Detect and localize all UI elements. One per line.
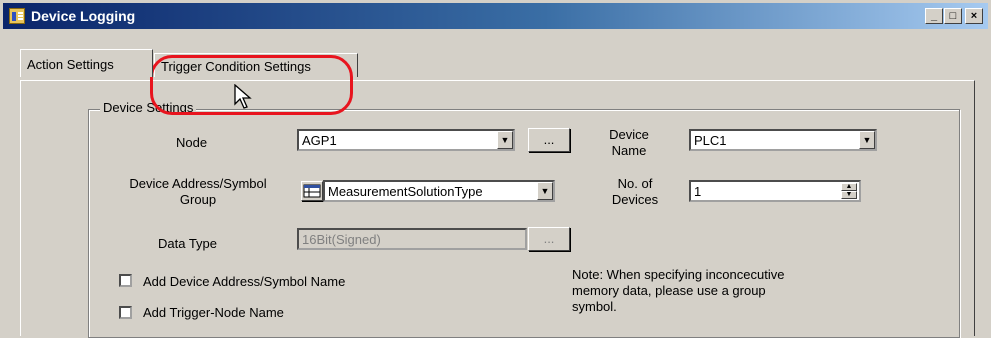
add-address-label[interactable]: Add Device Address/Symbol Name — [143, 274, 345, 289]
data-type-value: 16Bit(Signed) — [302, 232, 381, 247]
add-trigger-label[interactable]: Add Trigger-Node Name — [143, 305, 284, 320]
tab-action-settings[interactable]: Action Settings — [20, 49, 153, 77]
minimize-button[interactable]: _ — [925, 8, 943, 24]
data-type-label: Data Type — [158, 236, 218, 251]
node-label: Node — [176, 135, 208, 150]
num-devices-label-line1: No. of — [617, 176, 653, 191]
device-address-label-line2: Group — [179, 192, 217, 207]
device-name-value: PLC1 — [694, 133, 727, 148]
note-line-1: Note: When specifying inconcecutive — [572, 267, 785, 282]
device-name-label: Device Name — [609, 127, 649, 159]
node-value: AGP1 — [302, 133, 337, 148]
node-select[interactable]: AGP1 ▼ — [297, 129, 515, 151]
add-trigger-checkbox[interactable] — [119, 306, 132, 319]
add-address-checkbox[interactable] — [119, 274, 132, 287]
note-line-3: symbol. — [572, 299, 617, 314]
maximize-icon: □ — [949, 10, 957, 22]
device-name-select[interactable]: PLC1 ▼ — [689, 129, 877, 151]
num-devices-spinner[interactable]: ▲ ▼ — [841, 183, 857, 199]
data-type-browse-button: ... — [528, 227, 570, 251]
device-name-label-line1: Device — [609, 127, 649, 142]
device-name-label-line2: Name — [611, 143, 647, 158]
chevron-down-icon[interactable]: ▼ — [859, 131, 875, 149]
title-bar[interactable]: Device Logging _ □ × — [3, 3, 988, 29]
device-logging-icon — [9, 8, 25, 24]
spin-down-icon[interactable]: ▼ — [841, 191, 857, 199]
node-browse-button[interactable]: ... — [528, 128, 570, 152]
spin-up-icon[interactable]: ▲ — [841, 183, 857, 191]
note-line-2: memory data, please use a group — [572, 283, 766, 298]
device-address-value: MeasurementSolutionType — [328, 184, 483, 199]
device-address-label: Device Address/Symbol Group — [108, 176, 288, 208]
num-devices-label-line2: Devices — [611, 192, 659, 207]
data-type-field: 16Bit(Signed) — [297, 228, 527, 250]
device-address-select[interactable]: MeasurementSolutionType ▼ — [323, 180, 555, 202]
num-devices-value: 1 — [694, 184, 702, 199]
minimize-icon: _ — [930, 10, 938, 22]
symbol-group-button[interactable] — [301, 181, 323, 201]
symbol-group-icon — [303, 184, 321, 198]
device-logging-window: Device Logging _ □ × Action Settings Tri… — [0, 0, 991, 338]
device-address-label-line1: Device Address/Symbol — [129, 176, 267, 191]
num-devices-label: No. of Devices — [609, 176, 661, 208]
window-title: Device Logging — [31, 8, 136, 24]
num-devices-field[interactable]: 1 ▲ ▼ — [689, 180, 861, 202]
close-icon: × — [970, 10, 978, 22]
note-text: Note: When specifying inconcecutive memo… — [572, 267, 784, 315]
close-button[interactable]: × — [965, 8, 983, 24]
chevron-down-icon[interactable]: ▼ — [497, 131, 513, 149]
mouse-pointer-icon — [234, 84, 252, 109]
maximize-button[interactable]: □ — [944, 8, 962, 24]
chevron-down-icon[interactable]: ▼ — [537, 182, 553, 200]
